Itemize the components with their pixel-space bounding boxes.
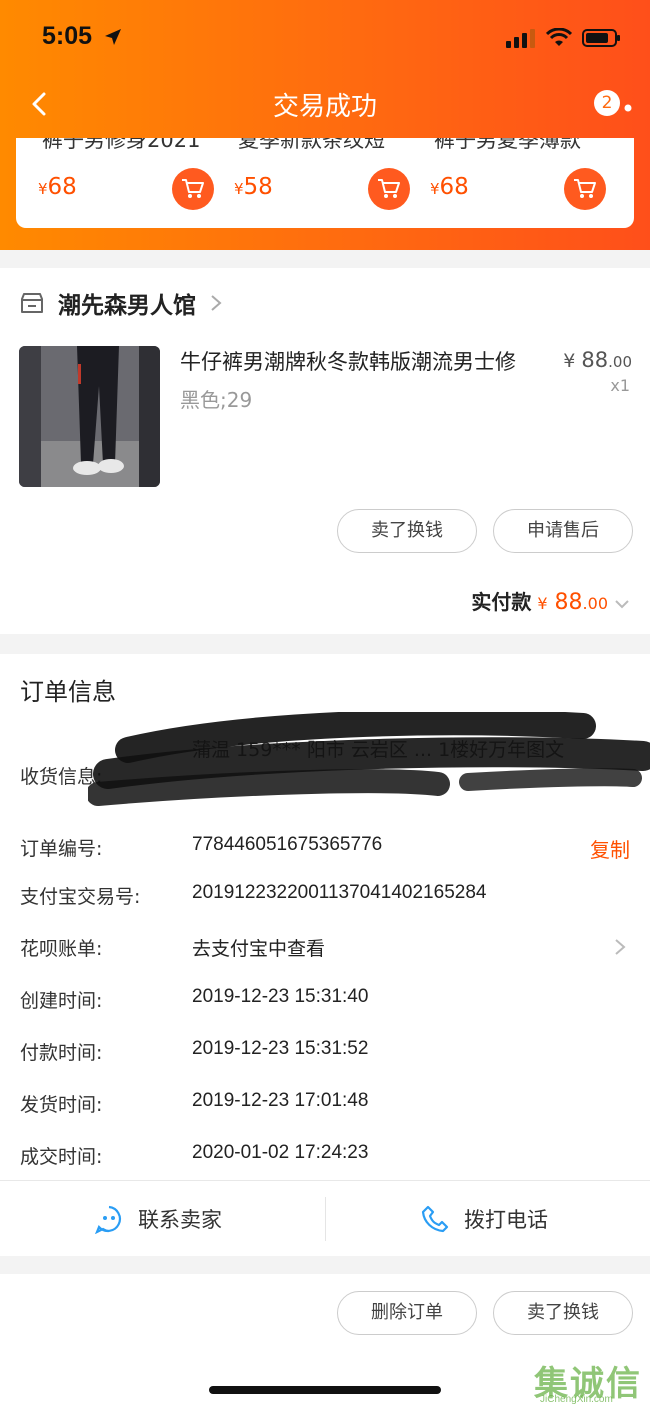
shop-name: 潮先森男人馆 <box>58 293 196 319</box>
add-to-cart-button[interactable] <box>564 168 606 210</box>
status-time: 5:05 <box>42 22 93 50</box>
recommendation-item[interactable]: 裤子男修身2021 ¥68 <box>16 138 214 228</box>
status-bar: 5:05 <box>0 0 650 78</box>
add-to-cart-button[interactable] <box>172 168 214 210</box>
cart-icon <box>574 179 596 198</box>
completed-time-value: 2020-01-02 17:24:23 <box>192 1142 369 1163</box>
paid-time-row: 付款时间: 2019-12-23 15:31:52 <box>0 1038 650 1068</box>
product-price: ¥ 88.00 <box>563 348 632 372</box>
huabei-bill-row[interactable]: 花呗账单: 去支付宝中查看 <box>0 934 650 964</box>
recommendation-strip: 裤子男修身2021 ¥68 夏季新款条纹短 ¥58 裤子男夏季薄款 ¥68 <box>16 138 634 228</box>
product-image <box>19 346 160 487</box>
paid-label: 实付款 <box>471 590 532 614</box>
page-title: 交易成功 <box>272 92 377 122</box>
recommendation-name: 裤子男夏季薄款 <box>434 138 581 152</box>
alipay-trade-label: 支付宝交易号: <box>20 886 141 908</box>
redaction-scribble <box>88 712 650 806</box>
chat-face-icon <box>95 1205 121 1234</box>
huabei-bill-label: 花呗账单: <box>20 938 103 960</box>
location-arrow-icon <box>105 29 121 45</box>
chevron-right-icon <box>211 295 222 311</box>
home-indicator <box>209 1386 441 1394</box>
contact-divider <box>325 1197 326 1241</box>
created-time-label: 创建时间: <box>20 990 103 1012</box>
chevron-down-icon <box>615 600 629 609</box>
completed-time-row: 成交时间: 2020-01-02 17:24:23 <box>0 1142 650 1172</box>
status-icons <box>506 28 622 48</box>
alipay-trade-value: 2019122322001137041402165284 <box>192 882 487 903</box>
order-number-label: 订单编号: <box>20 838 103 860</box>
store-icon <box>21 293 43 313</box>
cart-icon <box>182 179 204 198</box>
paid-value: ¥ 88.00 <box>537 590 608 615</box>
product-quantity: x1 <box>610 376 630 395</box>
created-time-row: 创建时间: 2019-12-23 15:31:40 <box>0 986 650 1016</box>
delete-order-button[interactable]: 删除订单 <box>337 1291 477 1335</box>
paid-time-label: 付款时间: <box>20 1042 103 1064</box>
recommendation-item[interactable]: 裤子男夏季薄款 ¥68 <box>408 138 606 228</box>
notification-badge: 2 <box>594 90 620 116</box>
call-phone-button[interactable]: 拨打电话 <box>420 1181 548 1257</box>
contact-seller-button[interactable]: 联系卖家 <box>94 1181 222 1257</box>
recommendation-price: ¥58 <box>234 174 273 200</box>
add-to-cart-button[interactable] <box>368 168 410 210</box>
more-menu-button[interactable]: 2 <box>594 90 632 117</box>
shipped-time-value: 2019-12-23 17:01:48 <box>192 1090 369 1111</box>
recommendation-item[interactable]: 夏季新款条纹短 ¥58 <box>212 138 410 228</box>
sell-for-cash-bottom-button[interactable]: 卖了换钱 <box>493 1291 633 1335</box>
call-phone-label: 拨打电话 <box>464 1208 548 1232</box>
completed-time-label: 成交时间: <box>20 1146 103 1168</box>
sell-for-cash-button[interactable]: 卖了换钱 <box>337 509 477 553</box>
recommendation-price: ¥68 <box>430 174 469 200</box>
copy-order-number-button[interactable]: 复制 <box>590 834 630 863</box>
cart-icon <box>378 179 400 198</box>
after-sale-button[interactable]: 申请售后 <box>493 509 633 553</box>
wifi-icon <box>546 28 572 46</box>
product-thumbnail[interactable] <box>19 346 160 487</box>
paid-amount[interactable]: 实付款 ¥ 88.00 <box>471 586 630 615</box>
order-info-title: 订单信息 <box>20 678 116 706</box>
recommendation-price: ¥68 <box>38 174 77 200</box>
product-sku: 黑色;29 <box>180 388 253 412</box>
shop-header[interactable]: 潮先森男人馆 <box>20 286 222 320</box>
shipped-time-row: 发货时间: 2019-12-23 17:01:48 <box>0 1090 650 1120</box>
chevron-right-icon <box>615 939 626 955</box>
alipay-trade-row: 支付宝交易号: 2019122322001137041402165284 <box>0 882 650 912</box>
paid-time-value: 2019-12-23 15:31:52 <box>192 1038 369 1059</box>
phone-icon <box>421 1205 449 1233</box>
order-number-value: 778446051675365776 <box>192 834 383 855</box>
recommendation-name: 裤子男修身2021 <box>42 138 201 152</box>
created-time-value: 2019-12-23 15:31:40 <box>192 986 369 1007</box>
order-number-row: 订单编号: 778446051675365776 复制 <box>0 834 650 864</box>
contact-bar: 联系卖家 拨打电话 <box>0 1180 650 1256</box>
shipped-time-label: 发货时间: <box>20 1094 103 1116</box>
huabei-bill-value: 去支付宝中查看 <box>192 939 326 960</box>
product-name[interactable]: 牛仔裤男潮牌秋冬款韩版潮流男士修 <box>180 346 516 376</box>
contact-seller-label: 联系卖家 <box>138 1208 222 1232</box>
watermark-url: JiChengXin.com <box>540 1394 613 1405</box>
battery-icon <box>582 29 620 47</box>
nav-bar: 交易成功 2 <box>0 78 650 134</box>
signal-icon <box>506 29 535 48</box>
shop-order-card: 潮先森男人馆 牛仔裤男潮牌秋冬款韩版潮流男士修 黑色;29 ¥ 88.00 x1… <box>0 268 650 634</box>
recommendation-name: 夏季新款条纹短 <box>238 138 385 152</box>
